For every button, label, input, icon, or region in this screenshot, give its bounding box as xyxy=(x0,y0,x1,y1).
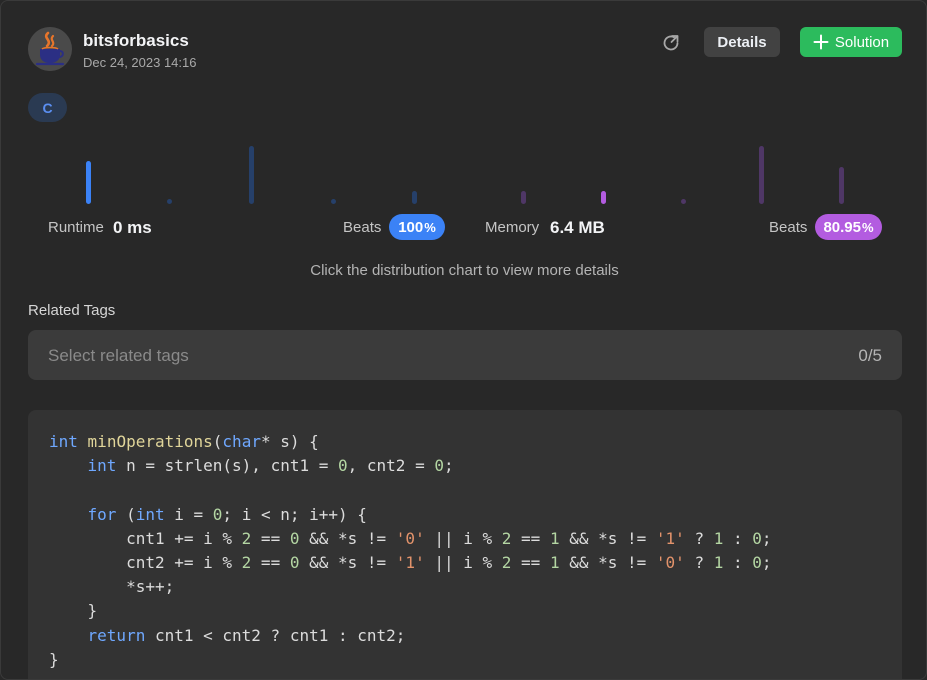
code-line: int minOperations(char* s) { xyxy=(49,432,319,451)
runtime-distribution-bar[interactable] xyxy=(167,199,172,204)
solution-card: bitsforbasics Dec 24, 2023 14:16 Details… xyxy=(0,0,927,680)
code-line: return cnt1 < cnt2 ? cnt1 : cnt2; xyxy=(87,625,406,645)
runtime-beats-value: 100 xyxy=(398,218,424,236)
memory-distribution-bar[interactable] xyxy=(839,167,844,204)
memory-distribution-bar[interactable] xyxy=(681,199,686,204)
runtime-label: Runtime xyxy=(48,219,104,236)
add-solution-button[interactable]: Solution xyxy=(800,27,902,57)
memory-beats-badge: 80.95% xyxy=(815,214,882,240)
runtime-beats-label: Beats xyxy=(343,219,382,236)
memory-label: Memory xyxy=(485,219,540,236)
code-line: cnt1 += i % 2 == 0 && *s != '0' || i % 2… xyxy=(49,528,772,548)
code-line: int n = strlen(s), cnt1 = 0, cnt2 = 0; xyxy=(87,456,454,476)
code-line: *s++; xyxy=(49,577,175,597)
code-line: for (int i = 0; i < n; i++) { xyxy=(87,504,367,524)
runtime-distribution-bar[interactable] xyxy=(249,146,254,204)
memory-beats-value: 80.95 xyxy=(823,218,861,236)
memory-beats-label: Beats xyxy=(769,219,808,236)
code-line: } xyxy=(49,649,59,669)
memory-distribution-bar[interactable] xyxy=(521,191,526,204)
runtime-beats-unit: % xyxy=(424,219,436,235)
solution-button-label: Solution xyxy=(834,33,890,51)
related-tags-placeholder: Select related tags xyxy=(48,346,189,365)
memory-distribution-bar[interactable] xyxy=(601,191,606,204)
java-cup-icon xyxy=(28,27,72,71)
share-icon xyxy=(663,35,679,51)
language-badge[interactable]: C xyxy=(28,93,67,122)
code-block[interactable]: int minOperations(char* s) { int n = str… xyxy=(28,410,902,679)
runtime-distribution-bar[interactable] xyxy=(331,199,336,204)
author-name[interactable]: bitsforbasics xyxy=(83,31,189,51)
share-button[interactable] xyxy=(659,31,683,55)
details-button[interactable]: Details xyxy=(704,27,780,57)
code-content[interactable]: int minOperations(char* s) { int n = str… xyxy=(49,430,772,672)
avatar[interactable] xyxy=(28,27,72,71)
runtime-value: 0 ms xyxy=(113,218,152,237)
runtime-beats-badge: 100% xyxy=(389,214,445,240)
related-tags-count: 0/5 xyxy=(858,346,882,365)
memory-distribution-bar[interactable] xyxy=(759,146,764,204)
memory-beats-unit: % xyxy=(861,219,874,235)
code-line: } xyxy=(49,601,98,621)
runtime-distribution-bar[interactable] xyxy=(86,161,91,204)
memory-value: 6.4 MB xyxy=(550,218,605,237)
code-line: cnt2 += i % 2 == 0 && *s != '1' || i % 2… xyxy=(49,552,772,572)
related-tags-label: Related Tags xyxy=(28,302,116,319)
related-tags-select[interactable]: Select related tags 0/5 xyxy=(28,330,902,380)
runtime-distribution-bar[interactable] xyxy=(412,191,417,204)
post-date: Dec 24, 2023 14:16 xyxy=(83,55,197,70)
plus-icon xyxy=(813,34,829,50)
distribution-hint: Click the distribution chart to view mor… xyxy=(310,262,619,279)
